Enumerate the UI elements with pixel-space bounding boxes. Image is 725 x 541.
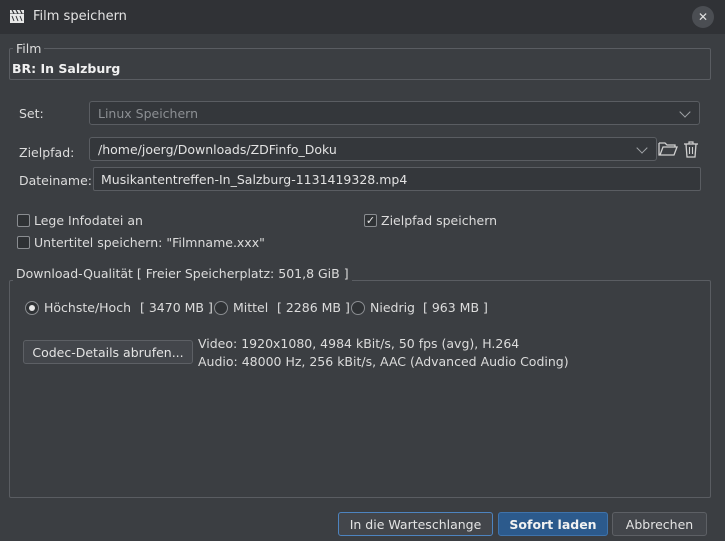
quality-low-radio[interactable] bbox=[351, 301, 365, 315]
close-button[interactable]: ✕ bbox=[692, 6, 714, 28]
untertitel-checkbox[interactable] bbox=[17, 236, 30, 249]
infodatei-checkbox[interactable] bbox=[17, 214, 30, 227]
trash-icon bbox=[684, 141, 698, 158]
download-now-button[interactable]: Sofort laden bbox=[498, 512, 608, 536]
codec-details-button[interactable]: Codec-Details abrufen... bbox=[23, 340, 193, 364]
zielpfad-label: Zielpfad: bbox=[19, 145, 75, 160]
cancel-button[interactable]: Abbrechen bbox=[612, 512, 707, 536]
set-value: Linux Speichern bbox=[98, 105, 199, 121]
quality-high-radio[interactable] bbox=[25, 301, 39, 315]
quality-medium-size: [ 2286 MB ] bbox=[277, 300, 350, 315]
audio-info: Audio: 48000 Hz, 256 kBit/s, AAC (Advanc… bbox=[198, 354, 569, 369]
queue-button[interactable]: In die Warteschlange bbox=[338, 512, 493, 536]
film-title: BR: In Salzburg bbox=[12, 61, 121, 76]
dateiname-value: Musikantentreffen-In_Salzburg-1131419328… bbox=[101, 171, 408, 187]
quality-high-size: [ 3470 MB ] bbox=[140, 300, 213, 315]
delete-path-button[interactable] bbox=[681, 138, 701, 160]
untertitel-label: Untertitel speichern: "Filmname.xxx" bbox=[34, 235, 265, 250]
dateiname-field[interactable]: Musikantentreffen-In_Salzburg-1131419328… bbox=[93, 167, 701, 191]
infodatei-label: Lege Infodatei an bbox=[34, 213, 143, 228]
video-info: Video: 1920x1080, 4984 kBit/s, 50 fps (a… bbox=[198, 336, 520, 351]
folder-open-button[interactable] bbox=[658, 138, 678, 160]
zielpfad-combo[interactable]: /home/joerg/Downloads/ZDFinfo_Doku bbox=[89, 137, 657, 161]
clapperboard-icon bbox=[10, 9, 24, 23]
chevron-down-icon bbox=[636, 142, 648, 154]
zielpfad-speichern-label: Zielpfad speichern bbox=[381, 213, 498, 228]
zielpfad-value: /home/joerg/Downloads/ZDFinfo_Doku bbox=[98, 141, 337, 157]
quality-low-label: Niedrig bbox=[370, 300, 415, 315]
download-quality-legend: Download-Qualität [ Freier Speicherplatz… bbox=[13, 266, 352, 281]
set-combo[interactable]: Linux Speichern bbox=[89, 101, 700, 125]
chevron-down-icon bbox=[679, 106, 691, 118]
quality-high-label: Höchste/Hoch bbox=[44, 300, 131, 315]
quality-low-size: [ 963 MB ] bbox=[423, 300, 488, 315]
close-icon: ✕ bbox=[697, 10, 709, 24]
quality-medium-radio[interactable] bbox=[214, 301, 228, 315]
quality-medium-label: Mittel bbox=[233, 300, 269, 315]
window-title: Film speichern bbox=[33, 9, 127, 24]
folder-open-icon bbox=[658, 142, 678, 156]
set-label: Set: bbox=[19, 106, 44, 121]
film-legend: Film bbox=[13, 41, 45, 56]
zielpfad-speichern-checkbox[interactable]: ✓ bbox=[364, 214, 377, 227]
dateiname-label: Dateiname: bbox=[19, 173, 93, 188]
